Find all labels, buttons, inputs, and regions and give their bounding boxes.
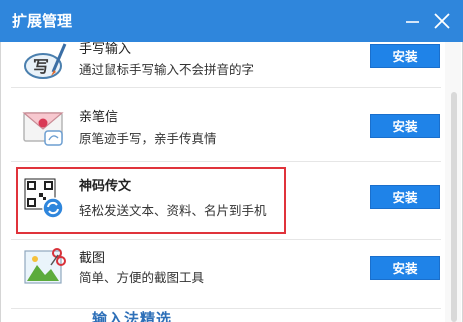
- install-button[interactable]: 安装: [370, 256, 440, 280]
- list-item: 写 手写输入 通过鼠标手写输入不会拼音的字 安装: [1, 42, 441, 86]
- extension-name: 手写输入: [79, 42, 132, 57]
- titlebar: 扩展管理: [0, 0, 463, 42]
- svg-text:写: 写: [33, 57, 49, 76]
- extension-description: 简单、方便的截图工具: [79, 270, 205, 285]
- install-button[interactable]: 安装: [370, 114, 440, 138]
- extension-manager-window: 扩展管理 写 手写输入 通过鼠标手写输入不会拼音的字 安装 亲笔信 原笔迹手写，…: [0, 0, 463, 322]
- minimize-icon[interactable]: [402, 10, 424, 32]
- list-item: 截图 简单、方便的截图工具 安装: [1, 239, 441, 322]
- next-item-peek-text: 输入法精选: [92, 310, 173, 322]
- extension-name: 截图: [79, 251, 106, 266]
- extension-list: 写 手写输入 通过鼠标手写输入不会拼音的字 安装 亲笔信 原笔迹手写，亲手传真情…: [0, 42, 463, 322]
- divider: [11, 308, 441, 309]
- close-icon[interactable]: [431, 10, 453, 32]
- window-title: 扩展管理: [12, 12, 73, 30]
- screenshot-icon: [24, 248, 66, 284]
- install-button[interactable]: 安装: [370, 44, 440, 68]
- handwriting-icon: 写: [24, 43, 67, 79]
- install-button[interactable]: 安装: [370, 185, 440, 209]
- extension-name: 亲笔信: [79, 110, 119, 125]
- extension-description: 原笔迹手写，亲手传真情: [79, 131, 217, 146]
- extension-description: 通过鼠标手写输入不会拼音的字: [79, 62, 255, 77]
- envelope-icon: [22, 112, 64, 146]
- scrollbar-thumb[interactable]: [451, 92, 457, 322]
- highlight-frame: [16, 167, 286, 234]
